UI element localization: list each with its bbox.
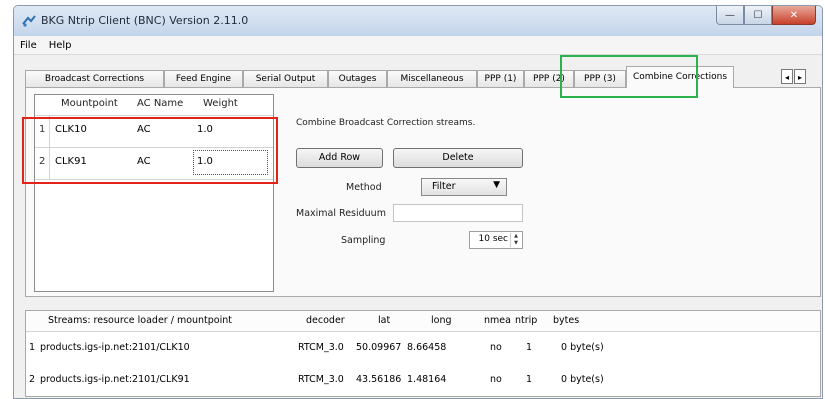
table-row[interactable]: 1 products.igs-ip.net:2101/CLK10 RTCM_3.… xyxy=(26,335,820,359)
streams-header: Streams: resource loader / mountpoint de… xyxy=(26,311,820,332)
tab-feed-engine[interactable]: Feed Engine xyxy=(164,70,243,87)
cell-lat: 50.09967 xyxy=(356,342,402,353)
tab-broadcast-corrections[interactable]: Broadcast Corrections xyxy=(25,70,164,87)
delete-button[interactable]: Delete xyxy=(393,148,523,168)
add-row-button[interactable]: Add Row xyxy=(296,148,383,168)
cell-mountpoint: products.igs-ip.net:2101/CLK91 xyxy=(40,374,190,385)
dropdown-arrow-icon: ▼ xyxy=(493,180,500,190)
cell-ntrip: 1 xyxy=(526,374,533,385)
menu-help[interactable]: Help xyxy=(49,40,72,51)
streams-table[interactable]: Streams: resource loader / mountpoint de… xyxy=(25,310,821,397)
column-header-decoder[interactable]: decoder xyxy=(306,315,345,326)
tab-miscellaneous[interactable]: Miscellaneous xyxy=(387,70,477,87)
tab-label: Serial Output xyxy=(255,74,316,84)
combine-description: Combine Broadcast Correction streams. xyxy=(296,118,476,128)
column-header-streams[interactable]: Streams: resource loader / mountpoint xyxy=(48,315,232,326)
tab-scroll-right-button[interactable]: ▸ xyxy=(794,69,806,84)
tab-scroll-left-button[interactable]: ◂ xyxy=(781,69,793,84)
tab-label: Broadcast Corrections xyxy=(44,74,145,84)
cell-ntrip: 1 xyxy=(526,342,533,353)
highlight-box-ppp-tabs xyxy=(560,55,698,98)
sampling-spinbox[interactable]: 10 sec ▲ ▼ xyxy=(469,231,523,249)
cell-mountpoint: products.igs-ip.net:2101/CLK10 xyxy=(40,342,190,353)
column-header-weight[interactable]: Weight xyxy=(203,98,238,109)
sampling-label: Sampling xyxy=(341,235,386,246)
close-icon: ✕ xyxy=(789,9,799,21)
column-header-ac-name[interactable]: AC Name xyxy=(137,98,183,109)
chevron-right-icon: ▸ xyxy=(797,73,802,82)
cell-long: 8.66458 xyxy=(407,342,447,353)
tab-label: PPP (1) xyxy=(484,74,517,84)
window-title: BKG Ntrip Client (BNC) Version 2.11.0 xyxy=(41,14,249,27)
table-header: Mountpoint AC Name Weight xyxy=(35,95,273,116)
sampling-value: 10 sec xyxy=(478,234,509,244)
menu-file[interactable]: File xyxy=(20,40,37,51)
maximal-residuum-label: Maximal Residuum xyxy=(296,208,386,219)
chevron-left-icon: ◂ xyxy=(784,73,789,82)
column-header-long[interactable]: long xyxy=(431,315,452,326)
tab-bar: Broadcast Corrections Feed Engine Serial… xyxy=(25,66,821,88)
column-header-lat[interactable]: lat xyxy=(378,315,390,326)
tab-serial-output[interactable]: Serial Output xyxy=(243,70,328,87)
cell-long: 1.48164 xyxy=(407,374,447,385)
maximal-residuum-input[interactable] xyxy=(393,204,523,222)
table-row[interactable]: 2 products.igs-ip.net:2101/CLK91 RTCM_3.… xyxy=(26,367,820,391)
cell-decoder: RTCM_3.0 xyxy=(298,374,344,385)
method-label: Method xyxy=(346,182,382,193)
tab-label: Feed Engine xyxy=(175,74,232,84)
tab-outages[interactable]: Outages xyxy=(328,70,387,87)
cell-bytes: 0 byte(s) xyxy=(561,342,604,353)
title-bar[interactable]: BKG Ntrip Client (BNC) Version 2.11.0 — … xyxy=(14,6,822,36)
row-number: 1 xyxy=(29,342,36,353)
spin-arrows-icon[interactable]: ▲ ▼ xyxy=(510,233,521,247)
method-value: Filter xyxy=(432,181,456,192)
column-header-nmea[interactable]: nmea xyxy=(484,315,511,326)
highlight-box-mountpoints xyxy=(22,117,278,184)
cell-nmea: no xyxy=(490,374,502,385)
minimize-icon: — xyxy=(725,9,735,21)
cell-nmea: no xyxy=(490,342,502,353)
tab-label: Miscellaneous xyxy=(400,74,464,84)
cell-lat: 43.56186 xyxy=(356,374,402,385)
column-header-ntrip[interactable]: ntrip xyxy=(515,315,537,326)
cell-bytes: 0 byte(s) xyxy=(561,374,604,385)
column-header-bytes[interactable]: bytes xyxy=(553,315,579,326)
bnc-app-icon xyxy=(22,15,36,27)
method-select[interactable]: Filter ▼ xyxy=(421,178,507,196)
row-number: 2 xyxy=(29,374,36,385)
cell-decoder: RTCM_3.0 xyxy=(298,342,344,353)
tab-ppp-1[interactable]: PPP (1) xyxy=(477,70,524,87)
minimize-button[interactable]: — xyxy=(716,6,744,25)
close-button[interactable]: ✕ xyxy=(772,6,816,25)
column-header-mountpoint[interactable]: Mountpoint xyxy=(61,98,118,109)
maximize-button[interactable]: ☐ xyxy=(744,6,772,25)
maximize-icon: ☐ xyxy=(753,9,763,21)
tab-label: Outages xyxy=(338,74,377,84)
menu-bar: File Help xyxy=(14,36,822,55)
